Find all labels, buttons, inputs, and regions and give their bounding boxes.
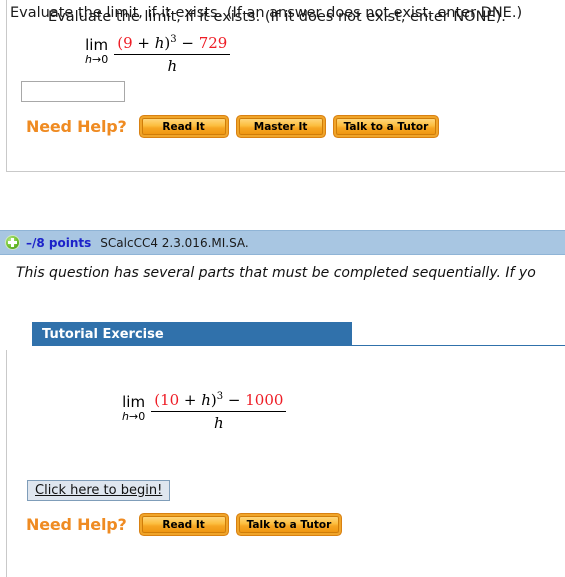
lim-label: lim — [122, 393, 146, 411]
question-header-band: –/8 points SCalcCC4 2.3.016.MI.SA. — [0, 230, 565, 255]
numerator-minus: − — [176, 34, 199, 52]
fraction-two: (10 + h)3 − 1000 h — [151, 391, 287, 433]
need-help-label: Need Help? — [26, 117, 127, 136]
fraction-one: (9 + h)3 − 729 h — [114, 34, 231, 76]
points-label[interactable]: –/8 points — [26, 236, 91, 250]
tutorial-exercise-banner: Tutorial Exercise — [32, 322, 352, 346]
question-two-prompt: Evaluate the limit, if it exists. (If it… — [48, 9, 506, 25]
fraction-denominator-two: h — [213, 414, 224, 432]
limit-expression-one: lim h→0 (9 + h)3 − 729 h — [85, 34, 231, 76]
tutorial-exercise-label: Tutorial Exercise — [42, 326, 164, 342]
need-help-row-two: Need Help? Read It Talk to a Tutor — [26, 515, 340, 534]
lim-label: lim — [85, 36, 109, 54]
fraction-denominator-one: h — [167, 57, 178, 75]
limit-expression-two: lim h→0 (10 + h)3 − 1000 h — [122, 391, 287, 433]
master-it-button[interactable]: Master It — [238, 118, 323, 135]
question-panel-two — [6, 350, 565, 577]
numerator-minus: − — [223, 391, 246, 409]
read-it-button[interactable]: Read It — [141, 118, 226, 135]
question-code-label: SCalcCC4 2.3.016.MI.SA. — [100, 235, 249, 250]
numerator-plus-var: + h — [132, 34, 165, 52]
click-here-to-begin-button[interactable]: Click here to begin! — [27, 480, 171, 501]
lim-subscript: h→0 — [122, 410, 146, 423]
plus-circle-icon[interactable] — [5, 235, 20, 250]
numerator-constant: 1000 — [245, 391, 284, 409]
tutorial-exercise-header: Tutorial Exercise — [32, 322, 565, 346]
fraction-numerator-one: (9 + h)3 − 729 — [114, 34, 230, 54]
numerator-plus-var: + h — [179, 391, 211, 409]
read-it-button[interactable]: Read It — [141, 516, 226, 533]
need-help-label: Need Help? — [26, 515, 127, 534]
numerator-base: 9 — [123, 34, 133, 52]
limit-operator-two: lim h→0 — [122, 391, 146, 424]
need-help-row-one: Need Help? Read It Master It Talk to a T… — [26, 117, 437, 136]
tutorial-exercise-rule — [32, 345, 565, 346]
sequential-parts-notice: This question has several parts that mus… — [16, 265, 536, 281]
numerator-constant: 729 — [198, 34, 228, 52]
lim-subscript: h→0 — [85, 53, 109, 66]
fraction-numerator-two: (10 + h)3 − 1000 — [151, 391, 286, 411]
talk-to-a-tutor-button[interactable]: Talk to a Tutor — [335, 118, 437, 135]
limit-operator-one: lim h→0 — [85, 34, 109, 67]
answer-input[interactable] — [21, 81, 125, 102]
talk-to-a-tutor-button[interactable]: Talk to a Tutor — [238, 516, 340, 533]
numerator-base: 10 — [160, 391, 180, 409]
